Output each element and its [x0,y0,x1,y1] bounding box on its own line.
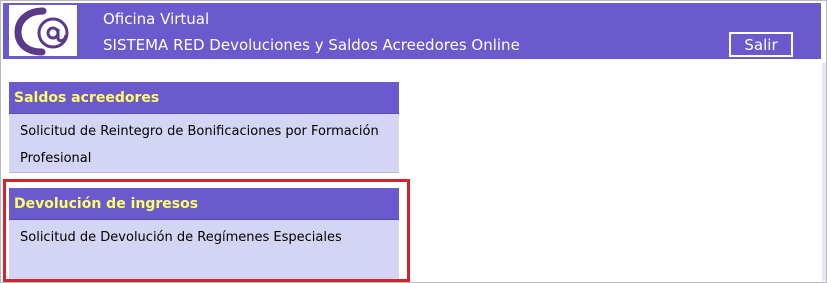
scrollbar-edge [822,63,826,281]
link-reintegro-bonificaciones[interactable]: Solicitud de Reintegro de Bonificaciones… [20,124,379,166]
at-sign-logo-icon [9,5,77,56]
app-header: Oficina Virtual SISTEMA RED Devoluciones… [3,3,821,59]
app-title: Oficina Virtual [103,10,210,28]
app-subtitle: SISTEMA RED Devoluciones y Saldos Acreed… [103,36,520,54]
highlight-box [3,179,410,282]
section-body: Solicitud de Reintegro de Bonificaciones… [9,114,399,173]
section-heading: Saldos acreedores [9,82,399,114]
logout-button[interactable]: Salir [729,32,793,57]
section-saldos-acreedores: Saldos acreedores Solicitud de Reintegro… [9,82,399,173]
